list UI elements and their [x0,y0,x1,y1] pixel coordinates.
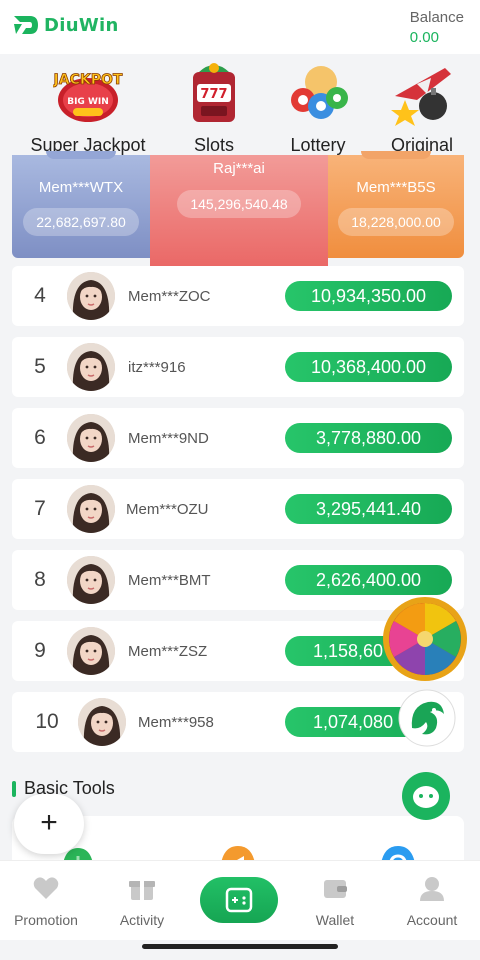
svg-text:BIG WIN: BIG WIN [67,97,109,107]
svg-text:777: 777 [200,87,227,102]
podium-rank-tab [361,151,431,159]
chat-face-icon [413,786,439,808]
podium-player-name: Mem***B5S [356,179,436,196]
category-label: Lottery [290,135,346,155]
bottom-navigation: Promotion Activity Wallet Account [0,860,480,940]
home-indicator[interactable] [142,944,338,949]
avatar [78,698,126,746]
slot-machine-icon: 777 [193,63,235,122]
category-slots[interactable]: 777 Slots [154,60,274,156]
promotion-icon [33,877,59,899]
nav-label: Promotion [14,912,78,928]
winning-amount: 10,368,400.00 [285,352,452,382]
lottery-balls-icon [291,66,348,119]
account-icon [420,877,444,901]
diuwin-logo-icon [14,16,38,34]
podium-rank-tab [46,151,116,159]
podium-third-place[interactable]: Mem***B5S 18,228,000.00 [328,151,464,258]
jackpot-icon: JACKPOT BIG WIN [52,72,123,122]
brand-name: DiuWin [44,14,119,36]
plane-bomb-icon [391,68,451,126]
avatar-portrait-icon [67,343,115,391]
nav-label: Wallet [315,912,355,928]
avatar-portrait-icon [67,485,115,533]
player-name: Mem***ZOC [128,288,211,305]
add-button[interactable]: + [14,794,84,854]
rank-number: 6 [34,426,46,449]
podium-amount: 22,682,697.80 [23,208,139,236]
avatar [67,343,115,391]
balance-display: Balance 0.00 [410,9,464,46]
avatar [67,485,115,533]
player-name: Mem***BMT [128,572,211,589]
customer-chat-button[interactable] [402,772,450,820]
section-accent-bar [12,780,16,797]
balance-label: Balance [409,9,464,26]
category-original[interactable]: Original [362,60,480,156]
nav-label: Account [406,912,458,928]
nav-promotion[interactable]: Promotion [0,875,94,928]
player-name: Mem***958 [138,714,214,731]
category-label: Slots [193,135,235,155]
rank-number: 10 [35,710,59,733]
player-name: itz***916 [128,359,186,376]
winning-amount: 2,626,400.00 [285,565,452,595]
winning-amount: 10,934,350.00 [285,281,452,311]
podium-amount: 145,296,540.48 [177,190,301,218]
rank-number: 5 [34,355,46,378]
top-three-podium: Mem***WTX 22,682,697.80 Raj***ai 145,296… [12,151,464,267]
ranking-row[interactable]: 5 itz***916 10,368,400.00 [12,337,464,397]
avatar-portrait-icon [67,627,115,675]
podium-player-name: Raj***ai [213,160,265,177]
winning-amount: 3,295,441.40 [285,494,452,524]
brand-logo[interactable]: DiuWin [12,12,119,38]
ranking-row[interactable]: 7 Mem***OZU 3,295,441.40 [12,479,464,539]
category-super-jackpot[interactable]: JACKPOT BIG WIN Super Jackpot [28,60,148,156]
podium-amount: 18,228,000.00 [338,208,454,236]
gift-icon [129,881,155,900]
rank-number: 9 [34,639,46,662]
player-name: Mem***OZU [126,501,209,518]
rank-number: 7 [34,497,46,520]
avatar-portrait-icon [67,272,115,320]
ranking-row[interactable]: 4 Mem***ZOC 10,934,350.00 [12,266,464,326]
rank-number: 8 [34,568,46,591]
dragon-icon[interactable] [396,688,458,748]
avatar-portrait-icon [67,556,115,604]
balance-value: 0.00 [409,29,439,46]
nav-label: Activity [119,912,165,928]
player-name: Mem***ZSZ [128,643,208,660]
game-controller-icon [225,887,253,913]
avatar-portrait-icon [78,698,126,746]
nav-activity[interactable]: Activity [94,875,190,928]
avatar [67,272,115,320]
avatar [67,556,115,604]
nav-games-button[interactable] [200,877,278,923]
podium-first-place[interactable]: Raj***ai 145,296,540.48 [150,155,328,267]
lucky-wheel-icon[interactable] [382,596,468,682]
wallet-icon [324,880,347,898]
game-categories: JACKPOT BIG WIN Super Jackpot 777 Slots … [0,60,480,156]
winning-amount: 3,778,880.00 [285,423,452,453]
nav-wallet[interactable]: Wallet [287,875,383,928]
player-name: Mem***9ND [128,430,209,447]
app-header: DiuWin Balance 0.00 [0,0,480,54]
rank-number: 4 [34,284,46,307]
podium-player-name: Mem***WTX [38,179,124,196]
svg-text:JACKPOT: JACKPOT [53,72,123,88]
avatar-portrait-icon [67,414,115,462]
avatar [67,414,115,462]
nav-account[interactable]: Account [384,875,480,928]
ranking-row[interactable]: 6 Mem***9ND 3,778,880.00 [12,408,464,468]
category-lottery[interactable]: Lottery [258,60,378,156]
podium-second-place[interactable]: Mem***WTX 22,682,697.80 [12,151,150,258]
avatar [67,627,115,675]
